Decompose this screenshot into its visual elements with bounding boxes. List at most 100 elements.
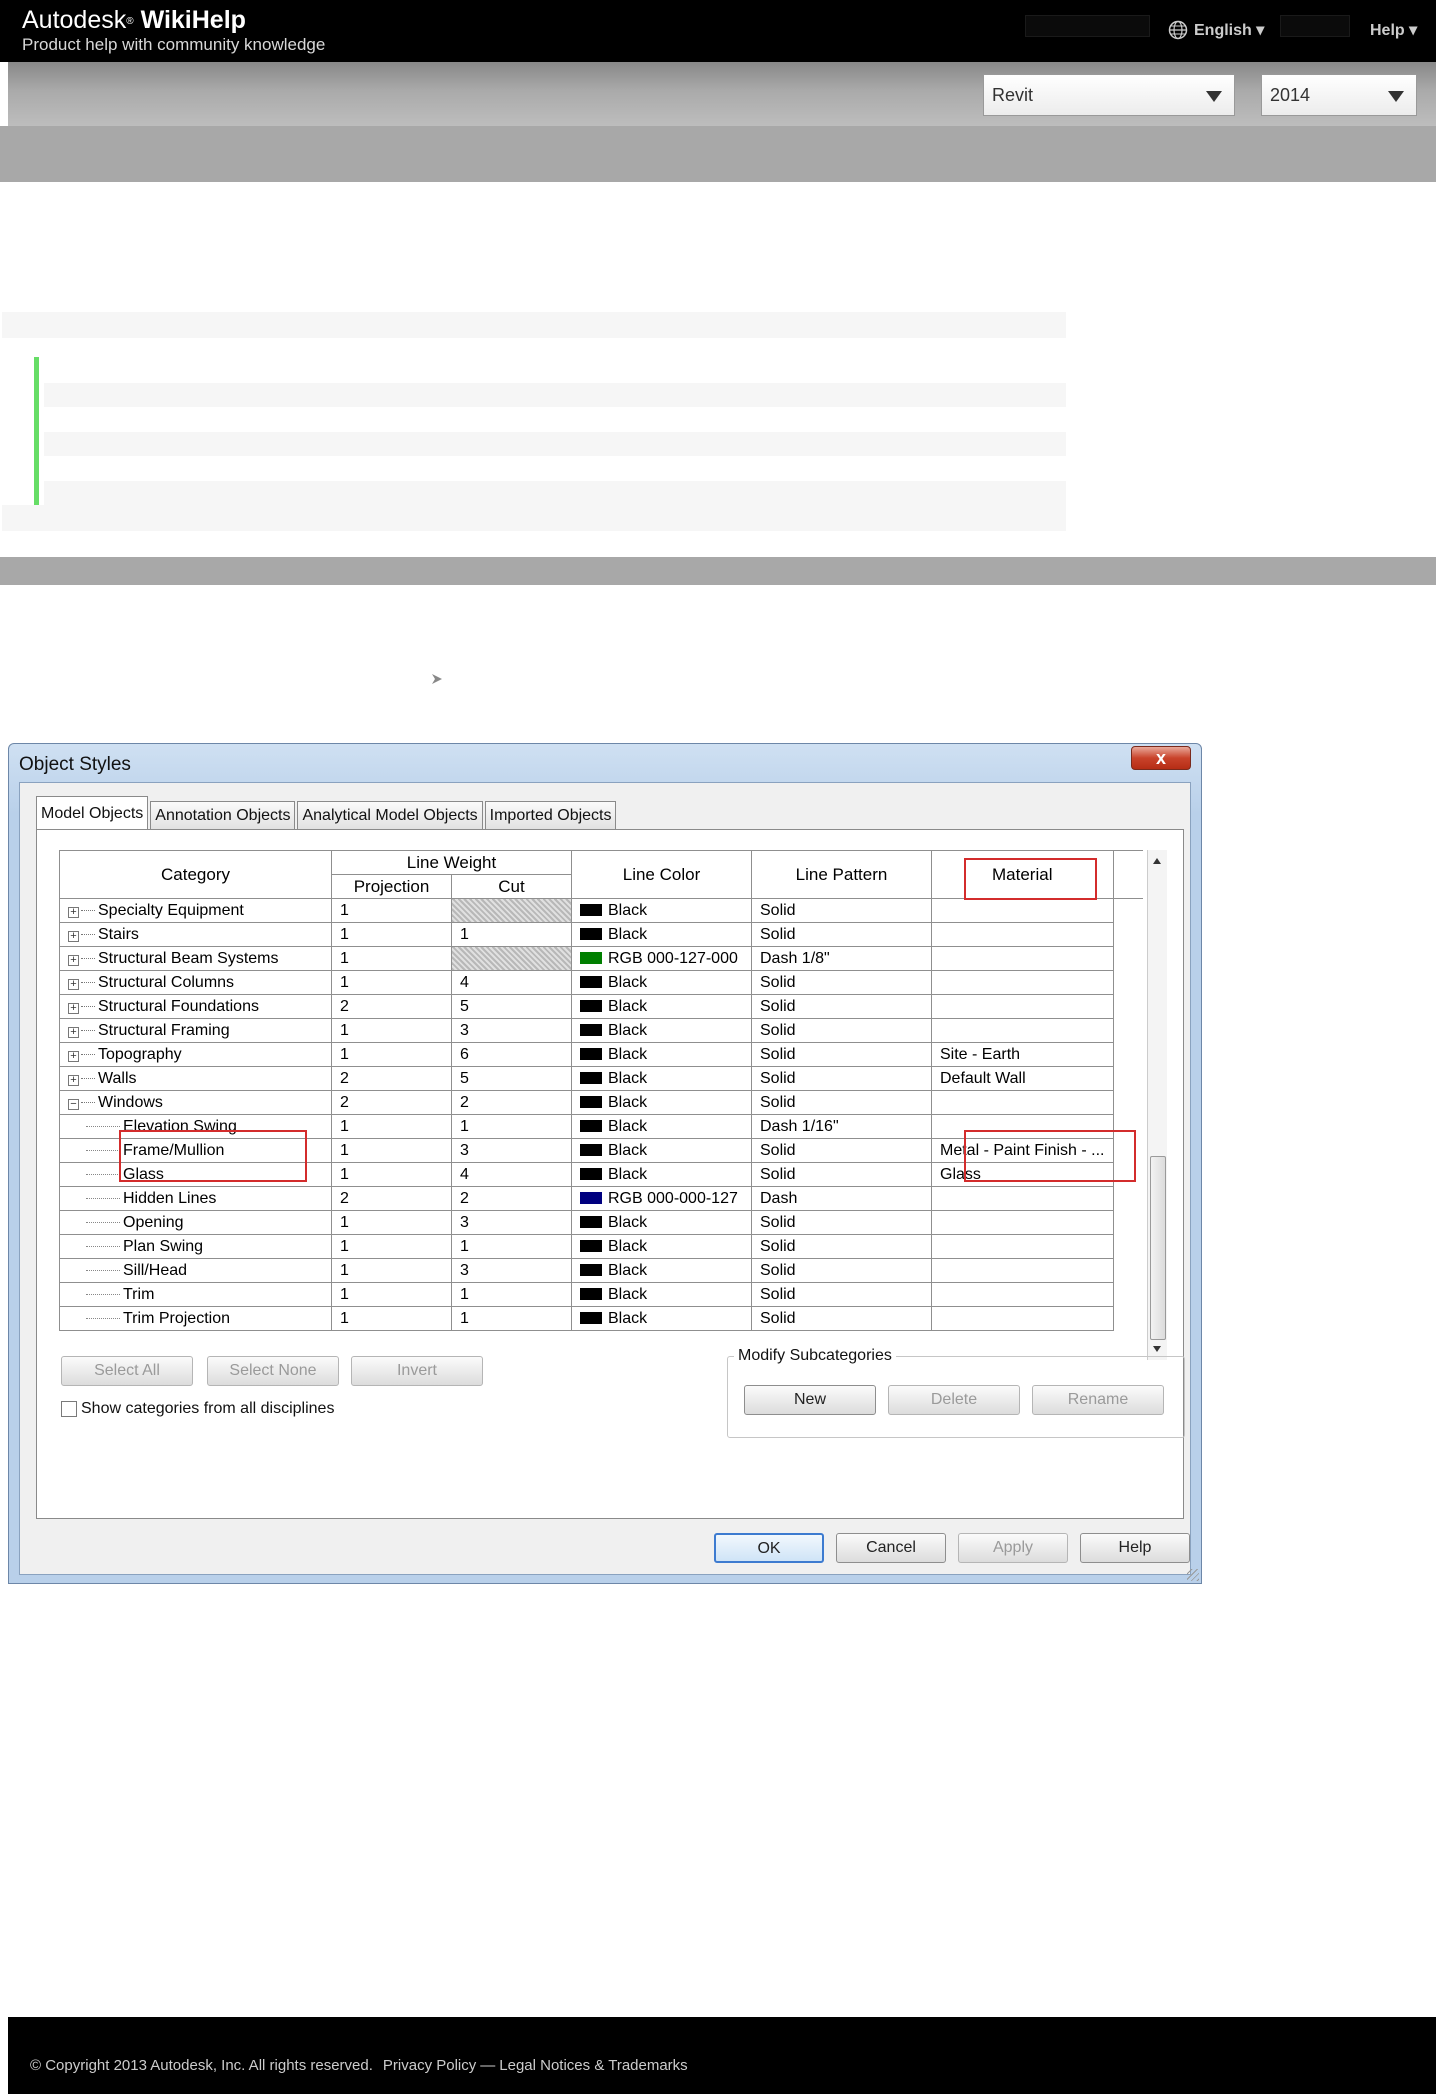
line-pattern-cell[interactable]: Solid bbox=[751, 994, 932, 1019]
line-color-cell[interactable]: Black bbox=[571, 1282, 752, 1307]
legal-notices-link[interactable]: Legal Notices & Trademarks bbox=[499, 2057, 687, 2074]
line-pattern-cell[interactable]: Dash 1/8" bbox=[751, 946, 932, 971]
line-pattern-cell[interactable]: Solid bbox=[751, 898, 932, 923]
category-cell[interactable]: + Walls bbox=[59, 1066, 332, 1091]
table-row[interactable]: + Structural Foundations 2 5 Black Solid bbox=[59, 994, 1143, 1019]
expand-icon[interactable]: + bbox=[68, 978, 79, 990]
line-pattern-cell[interactable]: Solid bbox=[751, 1210, 932, 1235]
category-cell[interactable]: Sill/Head bbox=[59, 1258, 332, 1283]
line-color-cell[interactable]: Black bbox=[571, 994, 752, 1019]
line-pattern-cell[interactable]: Dash 1/16" bbox=[751, 1114, 932, 1139]
line-color-cell[interactable]: Black bbox=[571, 1234, 752, 1259]
checkbox-box[interactable] bbox=[61, 1401, 77, 1417]
material-cell[interactable] bbox=[931, 922, 1114, 947]
line-pattern-cell[interactable]: Solid bbox=[751, 1306, 932, 1331]
cut-cell[interactable]: 1 bbox=[451, 1234, 572, 1259]
product-dropdown[interactable]: Revit bbox=[983, 74, 1235, 116]
category-cell[interactable]: + Topography bbox=[59, 1042, 332, 1067]
line-pattern-cell[interactable]: Solid bbox=[751, 1018, 932, 1043]
cut-cell[interactable]: 3 bbox=[451, 1210, 572, 1235]
tab-imported-objects[interactable]: Imported Objects bbox=[484, 801, 617, 829]
line-pattern-cell[interactable]: Solid bbox=[751, 1138, 932, 1163]
line-color-cell[interactable]: Black bbox=[571, 1090, 752, 1115]
expand-icon[interactable]: + bbox=[68, 1074, 79, 1086]
privacy-policy-link[interactable]: Privacy Policy bbox=[383, 2057, 476, 2074]
show-all-disciplines-checkbox[interactable]: Show categories from all disciplines bbox=[61, 1400, 334, 1418]
cut-cell[interactable]: 1 bbox=[451, 922, 572, 947]
cut-cell[interactable]: 5 bbox=[451, 994, 572, 1019]
line-pattern-cell[interactable]: Solid bbox=[751, 1234, 932, 1259]
resize-grip-icon[interactable] bbox=[1187, 1569, 1199, 1581]
category-cell[interactable]: Trim bbox=[59, 1282, 332, 1307]
column-header-projection[interactable]: Projection bbox=[331, 874, 452, 899]
cut-cell[interactable]: 3 bbox=[451, 1258, 572, 1283]
help-menu[interactable]: Help ▾ bbox=[1370, 20, 1417, 40]
category-cell[interactable]: + Specialty Equipment bbox=[59, 898, 332, 923]
line-pattern-cell[interactable]: Solid bbox=[751, 1042, 932, 1067]
projection-cell[interactable]: 1 bbox=[331, 1210, 452, 1235]
cut-cell[interactable]: 3 bbox=[451, 1138, 572, 1163]
expand-icon[interactable]: + bbox=[68, 1026, 79, 1038]
table-row[interactable]: + Structural Framing 1 3 Black Solid bbox=[59, 1018, 1143, 1043]
projection-cell[interactable]: 1 bbox=[331, 1234, 452, 1259]
line-color-cell[interactable]: Black bbox=[571, 1138, 752, 1163]
expand-icon[interactable]: + bbox=[68, 930, 79, 942]
expand-icon[interactable]: + bbox=[68, 906, 79, 918]
tab-annotation-objects[interactable]: Annotation Objects bbox=[150, 801, 296, 829]
column-header-cut[interactable]: Cut bbox=[451, 874, 572, 899]
table-scrollbar[interactable] bbox=[1147, 850, 1167, 1360]
tab-analytical-model-objects[interactable]: Analytical Model Objects bbox=[297, 801, 483, 829]
cut-cell[interactable]: 4 bbox=[451, 1162, 572, 1187]
line-color-cell[interactable]: Black bbox=[571, 922, 752, 947]
material-cell[interactable] bbox=[931, 898, 1114, 923]
expand-icon[interactable]: + bbox=[68, 954, 79, 966]
table-row[interactable]: + Stairs 1 1 Black Solid bbox=[59, 922, 1143, 947]
cut-cell[interactable]: 6 bbox=[451, 1042, 572, 1067]
line-color-cell[interactable]: Black bbox=[571, 1210, 752, 1235]
line-pattern-cell[interactable]: Solid bbox=[751, 922, 932, 947]
line-color-cell[interactable]: RGB 000-000-127 bbox=[571, 1186, 752, 1211]
expand-icon[interactable]: + bbox=[68, 1050, 79, 1062]
category-cell[interactable]: Plan Swing bbox=[59, 1234, 332, 1259]
line-color-cell[interactable]: Black bbox=[571, 1066, 752, 1091]
column-header-line-color[interactable]: Line Color bbox=[571, 850, 752, 899]
projection-cell[interactable]: 2 bbox=[331, 1186, 452, 1211]
delete-subcategory-button[interactable]: Delete bbox=[888, 1385, 1020, 1415]
scroll-thumb[interactable] bbox=[1150, 1156, 1166, 1340]
help-button[interactable]: Help bbox=[1080, 1533, 1190, 1563]
table-row[interactable]: Hidden Lines 2 2 RGB 000-000-127 Dash bbox=[59, 1186, 1143, 1211]
table-row[interactable]: Trim Projection 1 1 Black Solid bbox=[59, 1306, 1143, 1331]
select-none-button[interactable]: Select None bbox=[207, 1356, 339, 1386]
line-color-cell[interactable]: Black bbox=[571, 1114, 752, 1139]
projection-cell[interactable]: 1 bbox=[331, 1282, 452, 1307]
table-row[interactable]: Plan Swing 1 1 Black Solid bbox=[59, 1234, 1143, 1259]
cancel-button[interactable]: Cancel bbox=[836, 1533, 946, 1563]
table-row[interactable]: − Windows 2 2 Black Solid bbox=[59, 1090, 1143, 1115]
category-cell[interactable]: Trim Projection bbox=[59, 1306, 332, 1331]
tab-model-objects[interactable]: Model Objects bbox=[36, 796, 149, 830]
category-cell[interactable]: + Stairs bbox=[59, 922, 332, 947]
material-cell[interactable] bbox=[931, 1282, 1114, 1307]
category-cell[interactable]: Opening bbox=[59, 1210, 332, 1235]
table-row[interactable]: Sill/Head 1 3 Black Solid bbox=[59, 1258, 1143, 1283]
category-cell[interactable]: − Windows bbox=[59, 1090, 332, 1115]
cut-cell[interactable]: 5 bbox=[451, 1066, 572, 1091]
line-pattern-cell[interactable]: Solid bbox=[751, 1066, 932, 1091]
line-color-cell[interactable]: Black bbox=[571, 1018, 752, 1043]
projection-cell[interactable]: 1 bbox=[331, 1258, 452, 1283]
apply-button[interactable]: Apply bbox=[958, 1533, 1068, 1563]
table-row[interactable]: Opening 1 3 Black Solid bbox=[59, 1210, 1143, 1235]
category-cell[interactable]: + Structural Framing bbox=[59, 1018, 332, 1043]
line-color-cell[interactable]: Black bbox=[571, 1258, 752, 1283]
projection-cell[interactable]: 1 bbox=[331, 970, 452, 995]
category-cell[interactable]: + Structural Foundations bbox=[59, 994, 332, 1019]
projection-cell[interactable]: 2 bbox=[331, 1066, 452, 1091]
material-cell[interactable] bbox=[931, 1210, 1114, 1235]
material-cell[interactable] bbox=[931, 970, 1114, 995]
table-row[interactable]: + Topography 1 6 Black Solid Site - Earth bbox=[59, 1042, 1143, 1067]
projection-cell[interactable]: 2 bbox=[331, 1090, 452, 1115]
projection-cell[interactable]: 1 bbox=[331, 1138, 452, 1163]
line-color-cell[interactable]: RGB 000-127-000 bbox=[571, 946, 752, 971]
projection-cell[interactable]: 1 bbox=[331, 922, 452, 947]
line-pattern-cell[interactable]: Dash bbox=[751, 1186, 932, 1211]
